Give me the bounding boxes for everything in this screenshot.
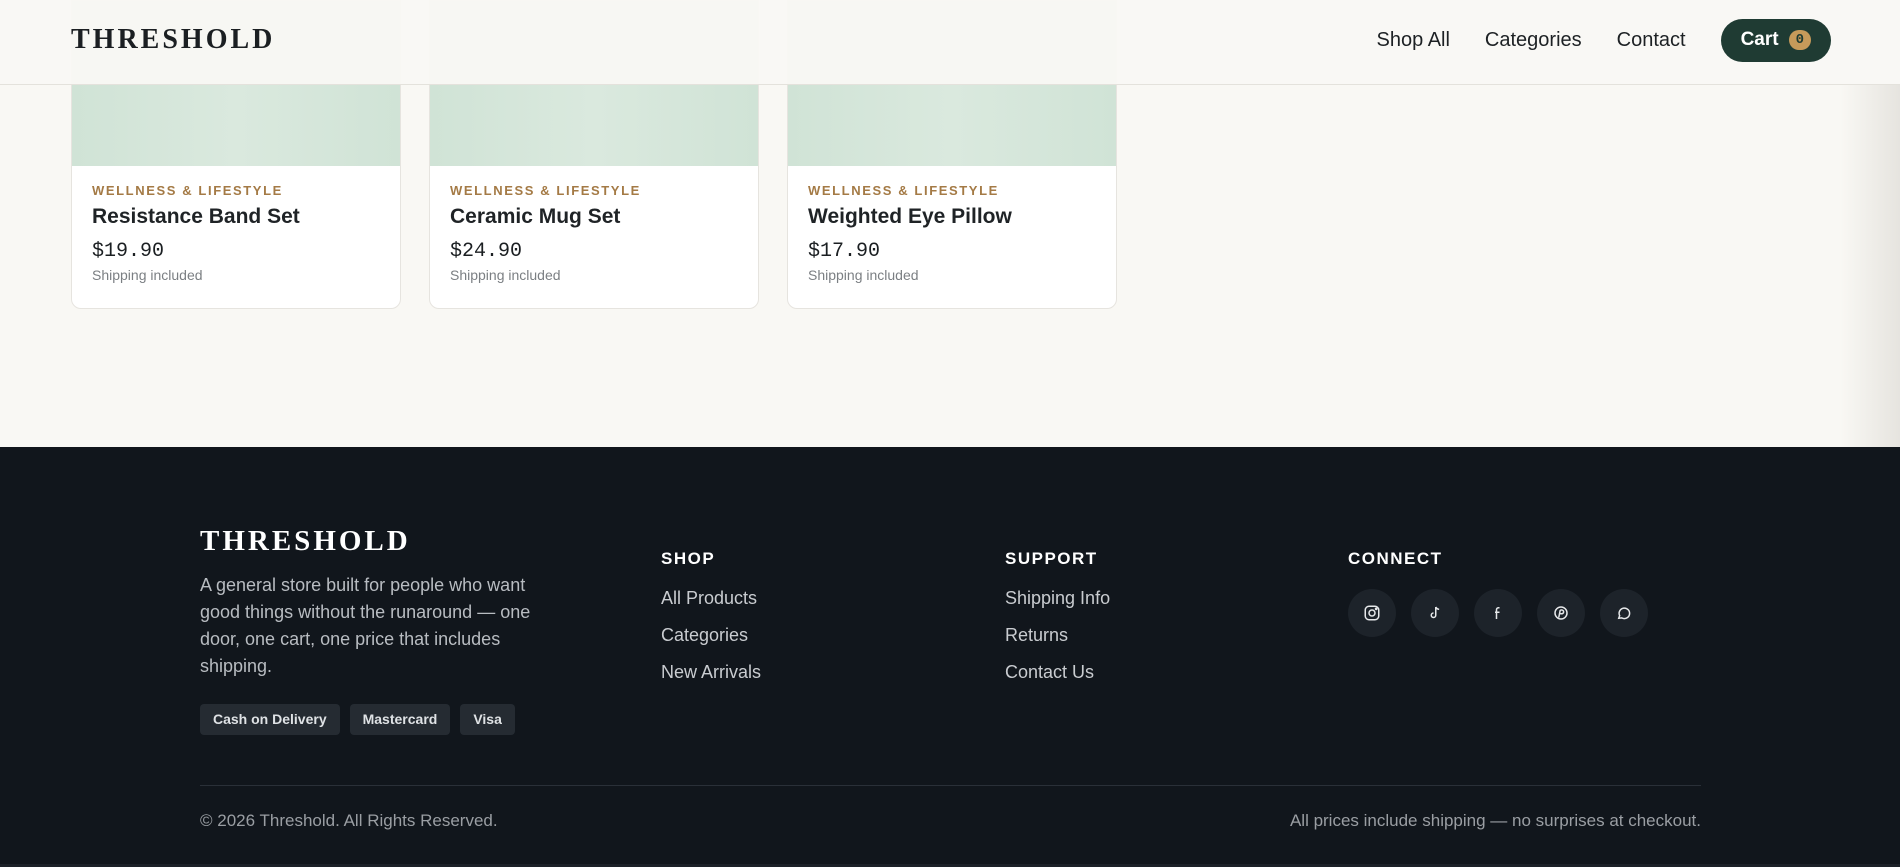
footer-link-new-arrivals[interactable]: New Arrivals bbox=[661, 661, 761, 683]
footer-support-links: Shipping Info Returns Contact Us bbox=[1005, 587, 1110, 698]
product-name[interactable]: Ceramic Mug Set bbox=[450, 204, 740, 230]
site-header: THRESHOLD Shop All Categories Contact Ca… bbox=[0, 0, 1900, 85]
footer-link-all-products[interactable]: All Products bbox=[661, 587, 761, 609]
payment-badge-visa: Visa bbox=[460, 704, 515, 735]
footer-shipping-note: All prices include shipping — no surpris… bbox=[1289, 811, 1701, 830]
footer-link-contact-us[interactable]: Contact Us bbox=[1005, 661, 1110, 683]
footer-link-shipping-info[interactable]: Shipping Info bbox=[1005, 587, 1110, 609]
footer-shop-links: All Products Categories New Arrivals bbox=[661, 587, 761, 698]
scroll-edge-shadow bbox=[1840, 85, 1900, 447]
product-price: $19.90 bbox=[92, 240, 165, 263]
whatsapp-icon[interactable] bbox=[1600, 589, 1648, 637]
product-shipping-note: Shipping included bbox=[92, 267, 203, 283]
site-logo[interactable]: THRESHOLD bbox=[71, 24, 275, 56]
nav-categories[interactable]: Categories bbox=[1485, 29, 1582, 52]
social-links bbox=[1348, 589, 1663, 637]
footer-divider bbox=[200, 785, 1701, 786]
product-name[interactable]: Resistance Band Set bbox=[92, 204, 382, 230]
pinterest-icon[interactable] bbox=[1537, 589, 1585, 637]
footer-copyright: © 2026 Threshold. All Rights Reserved. bbox=[200, 811, 498, 830]
product-shipping-note: Shipping included bbox=[808, 267, 919, 283]
payment-badge-cod: Cash on Delivery bbox=[200, 704, 340, 735]
footer-link-returns[interactable]: Returns bbox=[1005, 624, 1110, 646]
footer-logo: THRESHOLD bbox=[200, 525, 411, 557]
product-category: WELLNESS & LIFESTYLE bbox=[450, 183, 641, 198]
payment-badge-mastercard: Mastercard bbox=[349, 704, 451, 735]
instagram-icon[interactable] bbox=[1348, 589, 1396, 637]
site-footer: THRESHOLD A general store built for peop… bbox=[0, 447, 1900, 867]
footer-link-categories[interactable]: Categories bbox=[661, 624, 761, 646]
facebook-icon[interactable] bbox=[1474, 589, 1522, 637]
footer-description: A general store built for people who wan… bbox=[200, 575, 531, 676]
product-category: WELLNESS & LIFESTYLE bbox=[92, 183, 283, 198]
footer-connect-heading: CONNECT bbox=[1348, 549, 1443, 568]
cart-button[interactable]: Cart 0 bbox=[1720, 18, 1831, 62]
cart-label: Cart bbox=[1740, 29, 1779, 50]
cart-count-badge: 0 bbox=[1788, 30, 1811, 50]
product-category: WELLNESS & LIFESTYLE bbox=[808, 183, 999, 198]
nav-shop-all[interactable]: Shop All bbox=[1377, 29, 1450, 52]
footer-shop-heading: SHOP bbox=[661, 549, 716, 568]
product-name[interactable]: Weighted Eye Pillow bbox=[808, 204, 1098, 230]
product-price: $24.90 bbox=[450, 240, 523, 263]
product-price: $17.90 bbox=[808, 240, 881, 263]
main-nav: Shop All Categories Contact Cart 0 bbox=[1377, 0, 1900, 80]
footer-support-heading: SUPPORT bbox=[1005, 549, 1098, 568]
nav-contact[interactable]: Contact bbox=[1617, 29, 1686, 52]
tiktok-icon[interactable] bbox=[1411, 589, 1459, 637]
product-shipping-note: Shipping included bbox=[450, 267, 561, 283]
payment-methods: Cash on Delivery Mastercard Visa bbox=[200, 704, 525, 735]
